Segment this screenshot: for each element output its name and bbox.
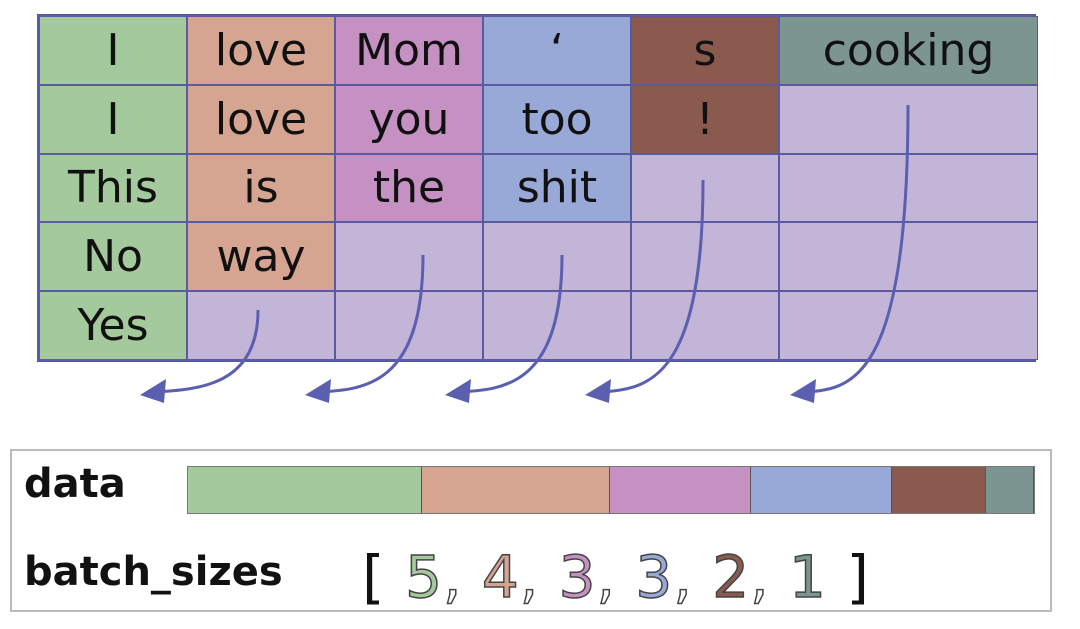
batch-sizes-list: [ 5, 4, 3, 3, 2, 1 ] xyxy=(362,542,870,612)
batch-size-value: 4 xyxy=(481,542,520,612)
data-segment xyxy=(188,467,423,513)
batch-size-value: 5 xyxy=(404,542,443,612)
arrow-line xyxy=(596,179,705,394)
arrow-line xyxy=(316,254,425,394)
data-segment xyxy=(422,467,610,513)
close-bracket: ] xyxy=(846,543,870,611)
batch-size-value: 2 xyxy=(711,542,751,612)
arrow-line xyxy=(456,254,564,394)
comma: , xyxy=(442,542,482,612)
data-bar xyxy=(187,466,1035,514)
comma: , xyxy=(749,542,789,612)
batch-size-value: 3 xyxy=(635,542,674,612)
arrowhead-icon xyxy=(585,379,611,403)
comma: , xyxy=(519,542,559,612)
arrowhead-icon xyxy=(140,379,166,403)
open-bracket: [ xyxy=(362,543,386,611)
data-segment xyxy=(751,467,892,513)
batch-size-value: 1 xyxy=(788,542,827,612)
data-segment xyxy=(986,467,1034,513)
data-label: data xyxy=(24,461,126,507)
comma: , xyxy=(596,542,636,612)
arrowhead-icon xyxy=(790,379,816,403)
batch-size-value: 3 xyxy=(558,542,597,612)
data-segment xyxy=(610,467,751,513)
packing-arrows xyxy=(140,104,910,403)
arrowhead-icon xyxy=(445,379,471,403)
packed-sequence-panel: data batch_sizes [ 5, 4, 3, 3, 2, 1 ] xyxy=(10,449,1052,612)
arrow-line xyxy=(151,309,260,394)
batch-sizes-label: batch_sizes xyxy=(24,549,283,595)
comma: , xyxy=(673,542,713,612)
arrowhead-icon xyxy=(305,379,331,403)
arrow-line xyxy=(801,104,910,394)
data-segment xyxy=(892,467,987,513)
